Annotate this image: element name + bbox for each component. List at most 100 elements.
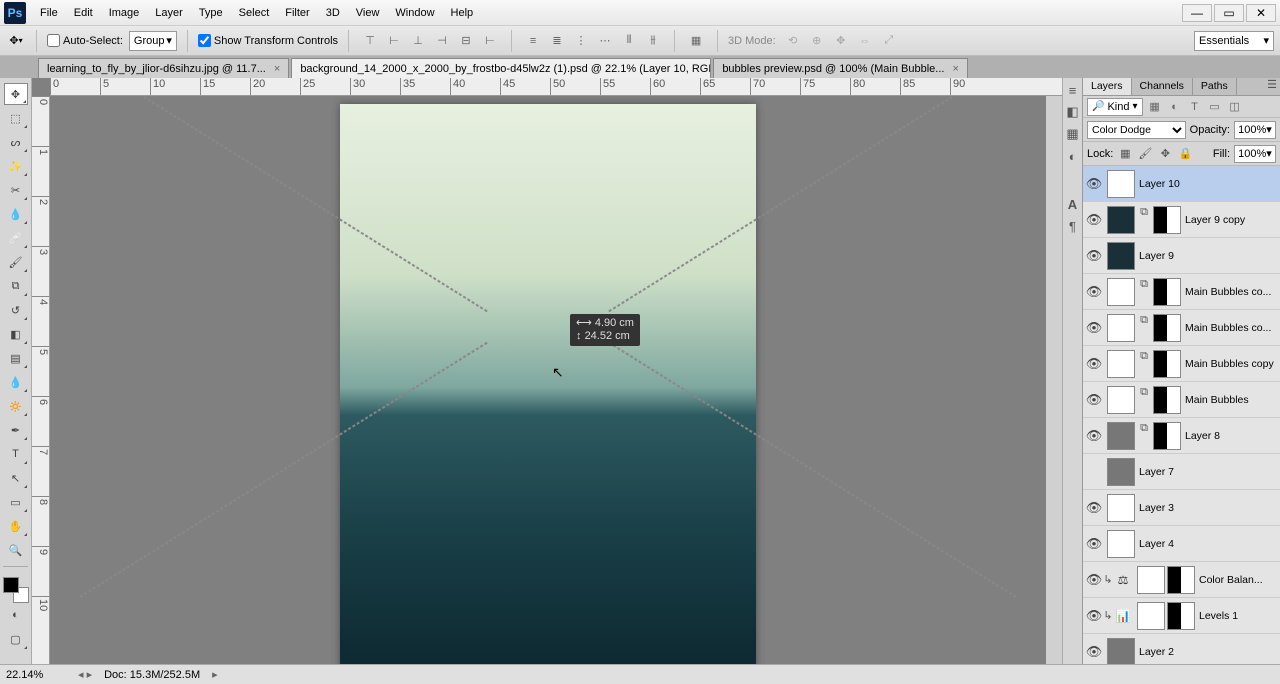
move-tool[interactable]: ✥ [4, 83, 28, 105]
layer-thumb[interactable] [1107, 494, 1135, 522]
link-icon[interactable]: ⧉ [1137, 350, 1151, 364]
visibility-toggle-icon[interactable]: 👁 [1085, 320, 1103, 336]
panel-menu-icon[interactable]: ☰ [1264, 78, 1280, 95]
visibility-toggle-icon[interactable]: 👁 [1085, 608, 1103, 624]
color-panel-icon[interactable]: ◧ [1065, 104, 1081, 120]
layer-thumb[interactable] [1107, 170, 1135, 198]
auto-align-icon[interactable]: ▦ [685, 30, 707, 52]
layer-name[interactable]: Layer 8 [1185, 430, 1220, 442]
close-button[interactable]: ✕ [1246, 4, 1276, 22]
layer-name[interactable]: Color Balan... [1199, 574, 1263, 586]
lasso-tool[interactable]: ᔕ [4, 131, 28, 153]
layer-name[interactable]: Layer 9 [1139, 250, 1174, 262]
layer-name[interactable]: Layer 4 [1139, 538, 1174, 550]
visibility-toggle-icon[interactable]: 👁 [1085, 284, 1103, 300]
layer-name[interactable]: Layer 10 [1139, 178, 1180, 190]
layer-row[interactable]: 👁Layer 2 [1083, 634, 1280, 664]
filter-shape-icon[interactable]: ▭ [1207, 99, 1223, 115]
layer-row[interactable]: 👁Layer 3 [1083, 490, 1280, 526]
paths-tab[interactable]: Paths [1193, 78, 1237, 95]
filter-type-icon[interactable]: T [1187, 99, 1203, 115]
quick-mask-toggle[interactable]: ◐ [4, 604, 28, 626]
filter-smart-icon[interactable]: ◫ [1227, 99, 1243, 115]
layer-thumb[interactable] [1137, 602, 1165, 630]
layer-row[interactable]: 👁↳📊Levels 1 [1083, 598, 1280, 634]
visibility-toggle-icon[interactable]: 👁 [1085, 536, 1103, 552]
mask-thumb[interactable] [1167, 602, 1195, 630]
layer-thumb[interactable] [1107, 386, 1135, 414]
visibility-toggle-icon[interactable]: 👁 [1085, 644, 1103, 660]
shape-tool[interactable]: ▭ [4, 491, 28, 513]
marquee-tool[interactable]: ⬚ [4, 107, 28, 129]
brush-tool[interactable]: 🖌 [4, 251, 28, 273]
canvas-viewport[interactable]: ⟷ 4.90 cm ↕ 24.52 cm ↖ [50, 96, 1046, 664]
distribute-icon[interactable]: ⫵ [642, 30, 664, 52]
menu-3d[interactable]: 3D [318, 3, 348, 23]
layers-tab[interactable]: Layers [1083, 78, 1132, 95]
align-right-icon[interactable]: ⊢ [479, 30, 501, 52]
layer-row[interactable]: 👁Layer 10 [1083, 166, 1280, 202]
pen-tool[interactable]: ✒ [4, 419, 28, 441]
3d-roll-icon[interactable]: ⊕ [806, 30, 828, 52]
layer-thumb[interactable] [1107, 278, 1135, 306]
layer-name[interactable]: Levels 1 [1199, 610, 1238, 622]
layer-row[interactable]: 👁⧉Main Bubbles co... [1083, 274, 1280, 310]
layer-name[interactable]: Layer 3 [1139, 502, 1174, 514]
screen-mode-toggle[interactable]: ▢ [4, 628, 28, 650]
eraser-tool[interactable]: ◧ [4, 323, 28, 345]
align-bottom-icon[interactable]: ⊥ [407, 30, 429, 52]
mask-thumb[interactable] [1153, 278, 1181, 306]
layer-thumb[interactable] [1107, 206, 1135, 234]
visibility-toggle-icon[interactable]: 👁 [1085, 356, 1103, 372]
maximize-button[interactable]: ▭ [1214, 4, 1244, 22]
type-tool[interactable]: T [4, 443, 28, 465]
mask-thumb[interactable] [1153, 314, 1181, 342]
layer-row[interactable]: 👁↳⚖Color Balan... [1083, 562, 1280, 598]
align-left-icon[interactable]: ⊣ [431, 30, 453, 52]
dodge-tool[interactable]: 🔅 [4, 395, 28, 417]
magic-wand-tool[interactable]: ✨ [4, 155, 28, 177]
document-canvas[interactable] [340, 104, 756, 664]
lock-pixels-icon[interactable]: 🖌 [1137, 146, 1153, 162]
path-select-tool[interactable]: ↖ [4, 467, 28, 489]
menu-select[interactable]: Select [231, 3, 278, 23]
link-icon[interactable]: ⧉ [1137, 386, 1151, 400]
gradient-tool[interactable]: ▤ [4, 347, 28, 369]
menu-image[interactable]: Image [101, 3, 148, 23]
menu-type[interactable]: Type [191, 3, 231, 23]
vertical-scrollbar[interactable] [1046, 96, 1062, 664]
auto-select-checkbox[interactable]: Auto-Select: [47, 34, 123, 47]
layer-row[interactable]: Layer 7 [1083, 454, 1280, 490]
filter-adjust-icon[interactable]: ◐ [1167, 99, 1183, 115]
swatches-panel-icon[interactable]: ▦ [1065, 126, 1081, 142]
menu-edit[interactable]: Edit [66, 3, 101, 23]
layer-row[interactable]: 👁 Layer 4 [1083, 526, 1280, 562]
menu-layer[interactable]: Layer [147, 3, 191, 23]
menu-help[interactable]: Help [443, 3, 482, 23]
layer-thumb[interactable] [1107, 458, 1135, 486]
auto-select-type-dropdown[interactable]: Group ▾ [129, 31, 177, 51]
link-icon[interactable]: ⧉ [1137, 314, 1151, 328]
distribute-icon[interactable]: ⋮ [570, 30, 592, 52]
layer-row[interactable]: 👁⧉Main Bubbles [1083, 382, 1280, 418]
filter-pixel-icon[interactable]: ▦ [1147, 99, 1163, 115]
layer-thumb[interactable] [1107, 638, 1135, 665]
paragraph-panel-icon[interactable]: ¶ [1065, 218, 1081, 234]
menu-filter[interactable]: Filter [277, 3, 317, 23]
ruler-vertical[interactable]: 012345678910 [32, 96, 50, 664]
distribute-icon[interactable]: ≡ [522, 30, 544, 52]
document-tab[interactable]: learning_to_fly_by_jlior-d6sihzu.jpg @ 1… [38, 58, 289, 78]
layer-thumb[interactable] [1137, 566, 1165, 594]
layer-name[interactable]: Main Bubbles [1185, 394, 1249, 406]
fill-input[interactable]: 100% ▾ [1234, 145, 1276, 163]
menu-window[interactable]: Window [387, 3, 442, 23]
visibility-toggle-icon[interactable]: 👁 [1085, 572, 1103, 588]
distribute-icon[interactable]: ⫴ [618, 30, 640, 52]
align-hcenter-icon[interactable]: ⊟ [455, 30, 477, 52]
3d-orbit-icon[interactable]: ⟲ [782, 30, 804, 52]
layer-name[interactable]: Layer 7 [1139, 466, 1174, 478]
mask-thumb[interactable] [1153, 386, 1181, 414]
layer-thumb[interactable] [1107, 422, 1135, 450]
link-icon[interactable]: ⧉ [1137, 206, 1151, 220]
layer-row[interactable]: 👁⧉Main Bubbles copy [1083, 346, 1280, 382]
